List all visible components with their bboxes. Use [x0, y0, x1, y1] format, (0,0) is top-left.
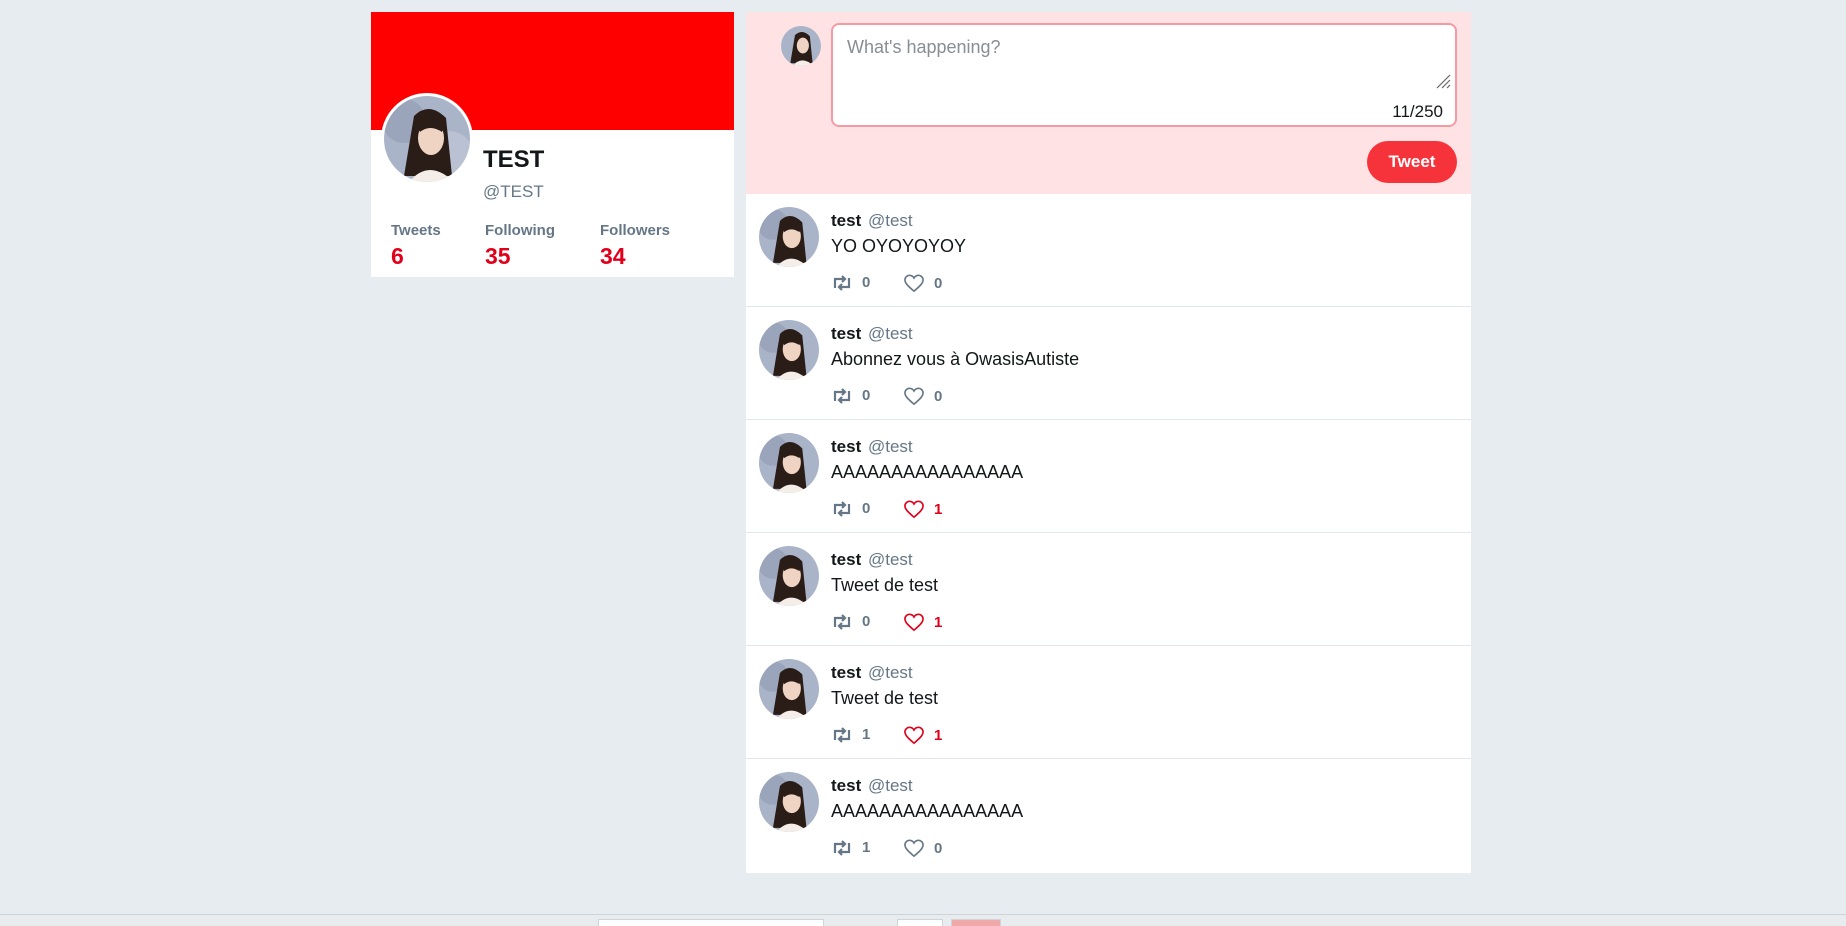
stat-value: 34	[600, 243, 626, 269]
tweet-author-handle[interactable]: @test	[868, 776, 913, 796]
tweet-text: Tweet de test	[831, 575, 939, 595]
like-count: 0	[934, 840, 943, 857]
heart-icon	[904, 726, 924, 745]
retweet-icon	[833, 839, 851, 856]
tweet-author-name[interactable]: test	[831, 663, 861, 683]
avatar[interactable]	[759, 546, 819, 606]
avatar[interactable]	[759, 207, 819, 267]
char-counter: 11/250	[1392, 102, 1443, 121]
retweet-count: 1	[862, 726, 871, 743]
tweet-author-handle[interactable]: @test	[868, 324, 913, 344]
stat-value: 35	[485, 243, 511, 269]
tweet-input[interactable]	[845, 35, 1449, 109]
retweet-count: 1	[862, 839, 871, 856]
retweet-count: 0	[862, 500, 871, 517]
stat-label: Tweets	[391, 222, 441, 239]
stat-label: Followers	[600, 222, 671, 239]
retweet-icon	[833, 387, 851, 404]
avatar[interactable]	[759, 659, 819, 719]
stat-followers[interactable]: Followers 34	[600, 222, 670, 270]
avatar-photo-icon	[384, 96, 470, 182]
tweet-button[interactable]: Tweet	[1367, 141, 1457, 183]
retweet-button[interactable]: 0	[831, 274, 870, 291]
retweet-count: 0	[862, 274, 871, 291]
composer-box: 11/250	[831, 23, 1457, 127]
tweet-text: Tweet de test	[831, 688, 939, 708]
profile-card: TEST @TEST Tweets 6 Following 35 Followe…	[371, 12, 734, 277]
retweet-icon	[833, 726, 851, 743]
retweet-count: 0	[862, 613, 871, 630]
tweet-text: AAAAAAAAAAAAAAAA	[831, 801, 1024, 821]
tweet-text: Abonnez vous à OwasisAutiste	[831, 349, 1080, 369]
avatar-photo-icon	[781, 26, 821, 66]
tweet-author-handle[interactable]: @test	[868, 437, 913, 457]
like-button[interactable]: 1	[903, 726, 942, 745]
tweet-author-name[interactable]: test	[831, 550, 861, 570]
stat-label: Following	[485, 222, 555, 239]
avatar-photo-icon	[759, 659, 819, 719]
retweet-button[interactable]: 1	[831, 839, 870, 856]
tweet-composer: 11/250 Tweet	[746, 12, 1471, 194]
tweet-author-handle[interactable]: @test	[868, 550, 913, 570]
stat-value: 6	[391, 243, 404, 269]
heart-icon	[904, 387, 924, 406]
like-button[interactable]: 0	[903, 839, 942, 858]
tweet-text: YO OYOYOYOY	[831, 236, 967, 256]
avatar[interactable]	[759, 772, 819, 832]
retweet-icon	[833, 613, 851, 630]
tweet-author-name[interactable]: test	[831, 211, 861, 231]
like-button[interactable]: 0	[903, 387, 942, 406]
like-button[interactable]: 0	[903, 274, 942, 293]
heart-icon	[904, 274, 924, 293]
avatar	[781, 26, 821, 66]
retweet-icon	[833, 274, 851, 291]
stat-following[interactable]: Following 35	[485, 222, 555, 270]
retweet-button[interactable]: 0	[831, 613, 870, 630]
profile-handle: @TEST	[483, 182, 544, 201]
avatar-photo-icon	[759, 207, 819, 267]
tweet-item[interactable]: test @test AAAAAAAAAAAAAAAA 1 0	[746, 759, 1471, 873]
like-count: 1	[934, 501, 943, 518]
tweet-item[interactable]: test @test YO OYOYOYOY 0 0	[746, 194, 1471, 307]
profile-name: TEST	[483, 146, 545, 173]
like-count: 1	[934, 727, 943, 744]
tweet-author-handle[interactable]: @test	[868, 211, 913, 231]
main-column: 11/250 Tweet test @test YO OYOYOYOY 0 0 test @…	[746, 12, 1471, 873]
retweet-button[interactable]: 1	[831, 726, 870, 743]
tweet-author-name[interactable]: test	[831, 324, 861, 344]
avatar-photo-icon	[759, 546, 819, 606]
tweet-author-name[interactable]: test	[831, 776, 861, 796]
retweet-button[interactable]: 0	[831, 387, 870, 404]
retweet-icon	[833, 500, 851, 517]
avatar[interactable]	[759, 433, 819, 493]
avatar-photo-icon	[759, 433, 819, 493]
resize-grip-icon[interactable]	[1435, 73, 1451, 89]
like-button[interactable]: 1	[903, 613, 942, 632]
tweet-item[interactable]: test @test Abonnez vous à OwasisAutiste 0 0	[746, 307, 1471, 420]
like-count: 0	[934, 275, 943, 292]
avatar[interactable]	[759, 320, 819, 380]
tweet-item[interactable]: test @test AAAAAAAAAAAAAAAA 0 1	[746, 420, 1471, 533]
retweet-button[interactable]: 0	[831, 500, 870, 517]
profile-avatar[interactable]	[381, 93, 473, 185]
heart-icon	[904, 500, 924, 519]
tweet-item[interactable]: test @test Tweet de test 1 1	[746, 646, 1471, 759]
stat-tweets[interactable]: Tweets 6	[391, 222, 441, 270]
tweet-author-name[interactable]: test	[831, 437, 861, 457]
like-count: 0	[934, 388, 943, 405]
like-count: 1	[934, 614, 943, 631]
avatar-photo-icon	[759, 320, 819, 380]
heart-icon	[904, 613, 924, 632]
tweet-item[interactable]: test @test Tweet de test 0 1	[746, 533, 1471, 646]
tweet-text: AAAAAAAAAAAAAAAA	[831, 462, 1024, 482]
heart-icon	[904, 839, 924, 858]
avatar-photo-icon	[759, 772, 819, 832]
retweet-count: 0	[862, 387, 871, 404]
tweet-feed: test @test YO OYOYOYOY 0 0 test @test Abonnez v…	[746, 194, 1471, 873]
like-button[interactable]: 1	[903, 500, 942, 519]
tweet-author-handle[interactable]: @test	[868, 663, 913, 683]
